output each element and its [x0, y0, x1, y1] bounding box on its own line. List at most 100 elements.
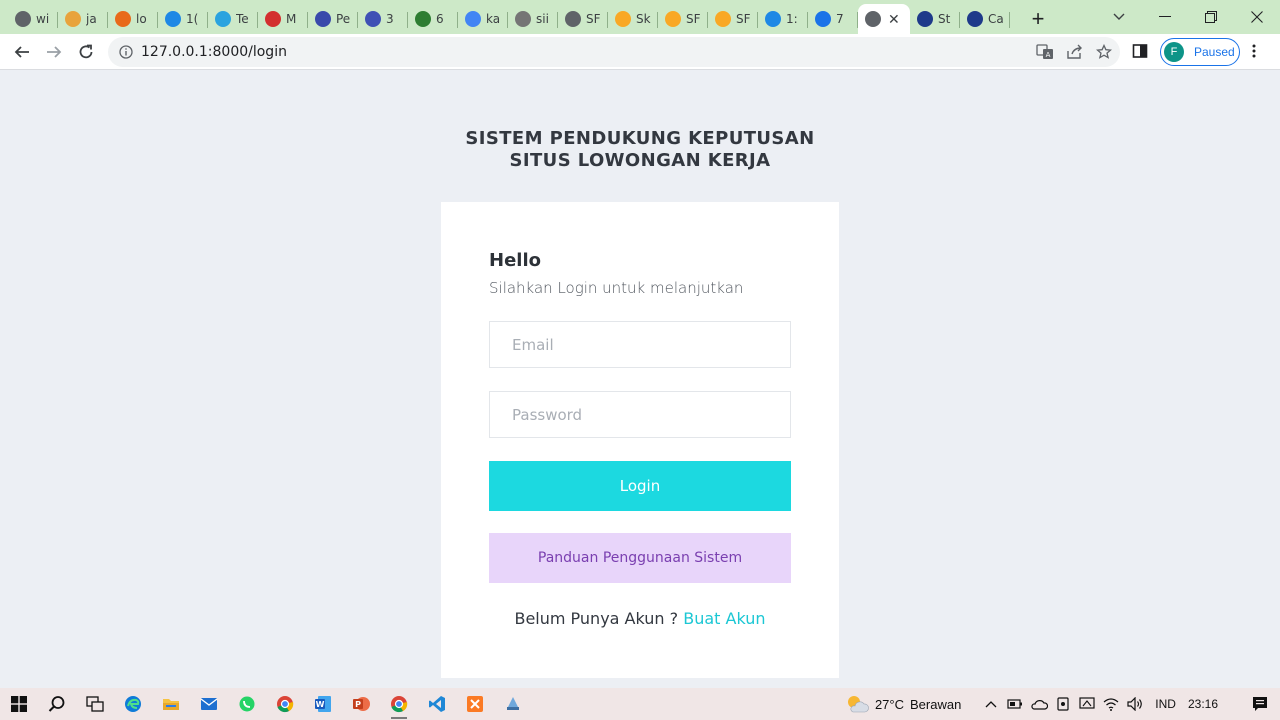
taskbar-powerpoint[interactable]: P: [342, 688, 380, 720]
svg-text:A: A: [1046, 51, 1051, 59]
info-icon[interactable]: [119, 45, 133, 59]
tab-active[interactable]: ✕: [858, 4, 910, 34]
login-subtitle: Silahkan Login untuk melanjutkan: [489, 279, 744, 297]
email-field[interactable]: [489, 321, 791, 368]
restore-icon: [1205, 11, 1217, 23]
address-bar[interactable]: 127.0.0.1:8000/login A: [108, 37, 1120, 67]
bell-icon: [715, 11, 731, 27]
tab[interactable]: 7: [808, 6, 858, 32]
taskbar-mail[interactable]: [190, 688, 228, 720]
app-title: SISTEM PENDUKUNG KEPUTUSAN SITUS LOWONGA…: [0, 128, 1280, 172]
side-panel-icon[interactable]: [1132, 43, 1148, 59]
taskbar-file-explorer[interactable]: [152, 688, 190, 720]
chat-icon: [315, 11, 331, 27]
taskbar-word[interactable]: W: [304, 688, 342, 720]
tab[interactable]: 1:: [758, 6, 808, 32]
tab-close-icon[interactable]: ✕: [888, 11, 900, 28]
notification-icon: [1253, 697, 1267, 711]
tab[interactable]: SF: [558, 6, 608, 32]
taskbar-chrome-1[interactable]: [266, 688, 304, 720]
close-window-button[interactable]: [1234, 0, 1280, 34]
tab[interactable]: 6: [408, 6, 458, 32]
cloud-icon: [1031, 700, 1049, 710]
tab[interactable]: Sk: [608, 6, 658, 32]
tray-battery[interactable]: [1003, 688, 1027, 720]
minimize-button[interactable]: [1142, 0, 1188, 34]
forward-button[interactable]: [38, 36, 70, 68]
taskbar-xampp[interactable]: [456, 688, 494, 720]
password-field[interactable]: [489, 391, 791, 438]
back-button[interactable]: [6, 36, 38, 68]
new-tab-button[interactable]: +: [1024, 5, 1052, 33]
weather-widget[interactable]: 27°C Berawan: [845, 694, 961, 714]
tray-screen[interactable]: [1075, 688, 1099, 720]
notification-button[interactable]: [1240, 688, 1280, 720]
edge-icon: [125, 696, 141, 712]
bell-icon: [665, 11, 681, 27]
taskbar-edge[interactable]: [114, 688, 152, 720]
minimize-icon: [1159, 16, 1171, 17]
tab[interactable]: Pe: [308, 6, 358, 32]
tray-wifi[interactable]: [1099, 688, 1123, 720]
tab-title: Te: [236, 12, 249, 26]
taskbar-chrome-2[interactable]: [380, 688, 418, 720]
xampp-icon: [467, 696, 483, 712]
clock[interactable]: 23:16: [1188, 697, 1218, 711]
url-text[interactable]: 127.0.0.1:8000/login: [141, 44, 287, 60]
tab-title: St: [938, 12, 951, 26]
volume-icon: [1127, 697, 1143, 711]
taskbar-vscode[interactable]: [418, 688, 456, 720]
weather-temp: 27°C: [874, 696, 904, 712]
task-view-button[interactable]: [76, 688, 114, 720]
tab[interactable]: Te: [208, 6, 258, 32]
arrow-right-icon: [47, 45, 62, 58]
taskbar-app[interactable]: [494, 688, 532, 720]
app-title-line-1: SISTEM PENDUKUNG KEPUTUSAN: [465, 128, 815, 149]
tab-title: 1:: [786, 12, 798, 26]
tab-title: 3: [386, 12, 394, 26]
arrow-left-icon: [14, 45, 29, 58]
tab[interactable]: 3: [358, 6, 408, 32]
tab-search-button[interactable]: [1096, 0, 1142, 34]
star-icon[interactable]: [1096, 44, 1112, 60]
tab-title: ka: [486, 12, 501, 26]
tab[interactable]: M: [258, 6, 308, 32]
dots-icon: [165, 11, 181, 27]
tab[interactable]: 1(: [158, 6, 208, 32]
show-hidden-icons-button[interactable]: [979, 688, 1003, 720]
search-button[interactable]: [38, 688, 76, 720]
start-button[interactable]: [0, 688, 38, 720]
reload-button[interactable]: [70, 36, 102, 68]
chevron-down-icon: [1113, 13, 1125, 20]
tab[interactable]: ja: [58, 6, 108, 32]
tab[interactable]: St: [910, 6, 960, 32]
translate-icon[interactable]: A: [1036, 44, 1054, 60]
profile-status: Paused: [1194, 45, 1235, 59]
tab[interactable]: sii: [508, 6, 558, 32]
folder-icon: [163, 699, 179, 710]
menu-kebab-icon[interactable]: [1252, 43, 1256, 59]
tab[interactable]: SF: [708, 6, 758, 32]
tray-volume[interactable]: [1123, 688, 1147, 720]
b-icon: [917, 11, 933, 27]
tab[interactable]: lo: [108, 6, 158, 32]
language-indicator[interactable]: IND: [1155, 697, 1176, 711]
profile-button[interactable]: F Paused: [1160, 38, 1240, 66]
taskbar-whatsapp[interactable]: [228, 688, 266, 720]
tab[interactable]: Ca: [960, 6, 1010, 32]
tray-device[interactable]: [1051, 688, 1075, 720]
login-button[interactable]: Login: [489, 461, 791, 511]
system-tray: 27°C Berawan IND 23:16: [845, 688, 1280, 720]
share-icon[interactable]: [1066, 44, 1084, 60]
windows-taskbar: W P 27°C Berawan IND 23:16: [0, 688, 1280, 720]
signup-prompt: Belum Punya Akun ?: [514, 609, 679, 628]
tab[interactable]: SF: [658, 6, 708, 32]
tray-onedrive[interactable]: [1027, 688, 1051, 720]
tab[interactable]: wi: [8, 6, 58, 32]
tab[interactable]: ka: [458, 6, 508, 32]
avatar: F: [1164, 42, 1184, 62]
restore-button[interactable]: [1188, 0, 1234, 34]
weather-desc: Berawan: [909, 696, 962, 712]
user-guide-button[interactable]: Panduan Penggunaan Sistem: [489, 533, 791, 583]
create-account-link[interactable]: Buat Akun: [683, 609, 765, 628]
